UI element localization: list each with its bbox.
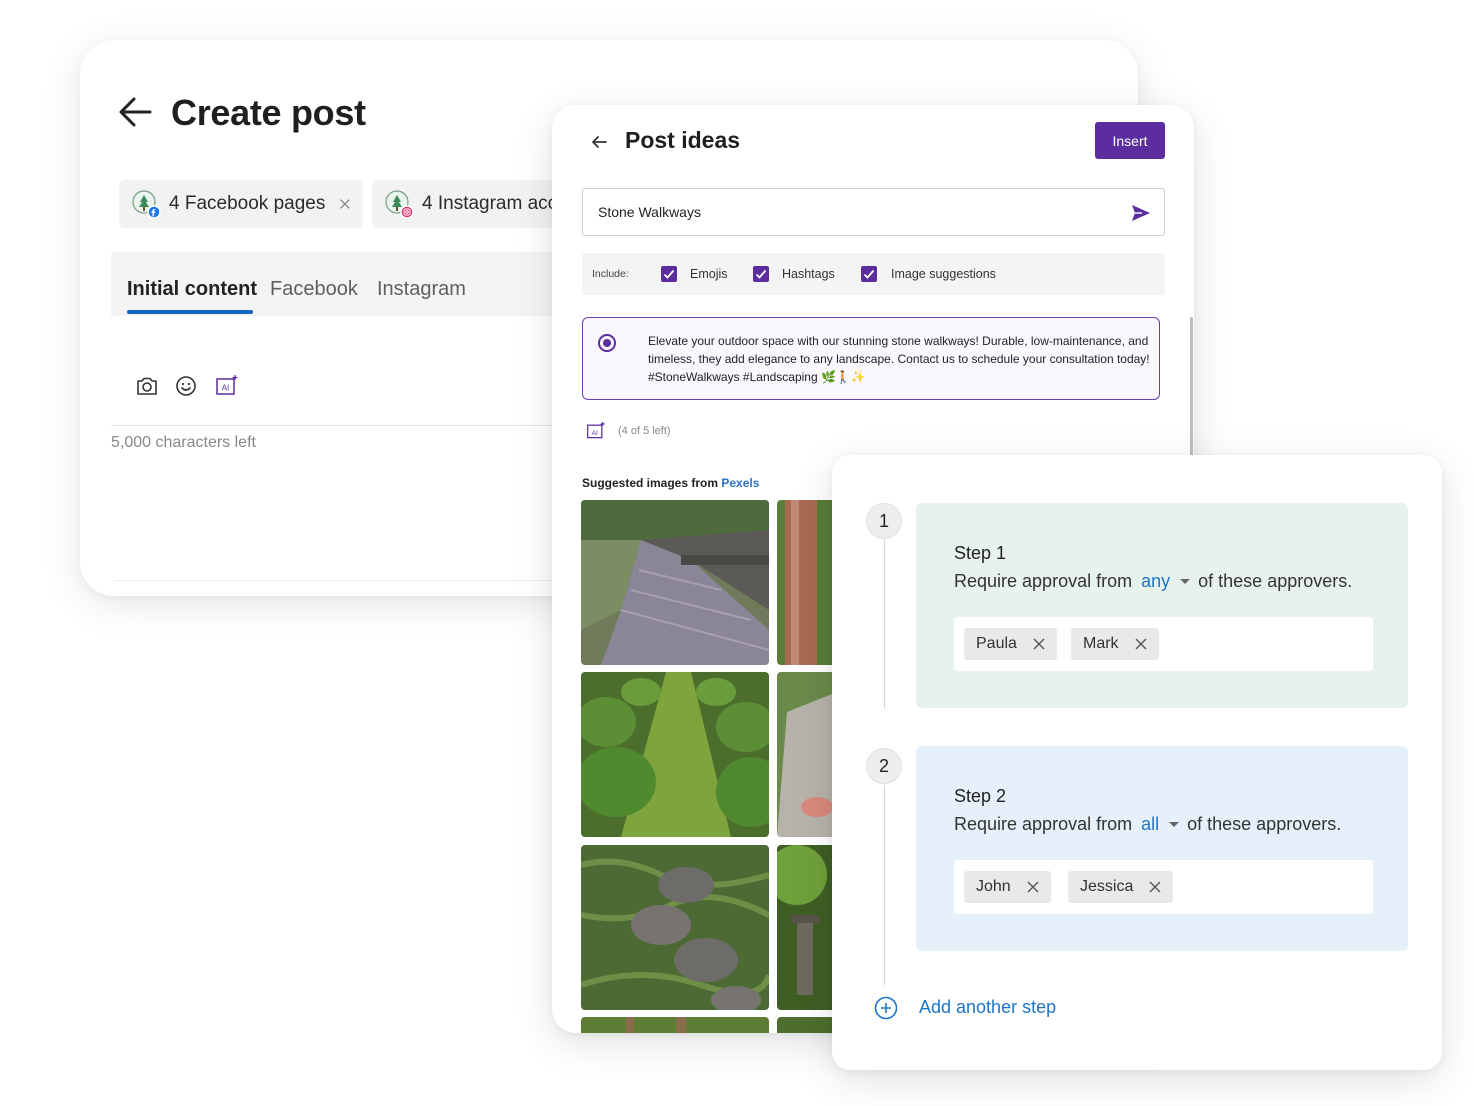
panel-title: Post ideas [625, 127, 741, 153]
svg-text:AI: AI [592, 430, 598, 437]
suggested-images-prefix: Suggested images from [582, 476, 722, 490]
remove-icon[interactable] [1027, 881, 1039, 893]
approver-chip: Jessica [1068, 871, 1174, 903]
remaining-count: (4 of 5 left) [618, 425, 671, 437]
approvers-field[interactable]: Paula Mark [954, 617, 1373, 671]
approver-chip: Paula [964, 628, 1057, 660]
suggestion-radio[interactable] [598, 334, 616, 352]
topic-value: Stone Walkways [598, 204, 701, 220]
remove-icon[interactable] [1033, 638, 1045, 650]
step-number: 2 [866, 748, 902, 784]
stone-walkway-image[interactable] [581, 500, 769, 665]
check-icon [663, 269, 675, 279]
timeline-line [884, 539, 885, 709]
approvers-field[interactable]: John Jessica [954, 860, 1373, 914]
hashtags-checkbox[interactable] [753, 266, 769, 282]
approver-name: Jessica [1080, 878, 1134, 895]
divider [114, 580, 574, 581]
approval-step-2: Step 2 Require approval from all of these… [916, 746, 1408, 951]
grass-path-image[interactable] [581, 672, 769, 837]
rule-prefix: Require approval from [954, 814, 1133, 834]
remove-icon[interactable] [339, 196, 351, 212]
suggestion-text: Elevate your outdoor space with our stun… [648, 334, 1150, 384]
approver-name: Mark [1083, 635, 1119, 652]
tab-instagram[interactable]: Instagram [377, 278, 466, 301]
emoji-icon[interactable] [174, 374, 198, 398]
rule-suffix: of these approvers. [1187, 814, 1342, 834]
dropdown-arrow-icon[interactable] [1169, 822, 1180, 827]
stepping-stones-image[interactable] [581, 845, 769, 1010]
camera-icon[interactable] [135, 374, 159, 398]
facebook-pages-chip[interactable]: 4 Facebook pages [119, 180, 363, 228]
approver-chip: John [964, 871, 1051, 903]
approver-name: John [976, 878, 1011, 895]
topic-input[interactable]: Stone Walkways [582, 188, 1165, 236]
content-tabs: Initial content Facebook Instagram [111, 252, 571, 316]
ai-regenerate-icon[interactable]: AI [586, 421, 606, 441]
approver-chip: Mark [1071, 628, 1159, 660]
instagram-account-icon [385, 190, 414, 219]
suggested-images-title: Suggested images from Pexels [582, 476, 759, 490]
emojis-checkbox[interactable] [661, 266, 677, 282]
garden-image[interactable] [777, 1017, 837, 1033]
step-rule: Require approval from any of these approv… [954, 571, 1352, 592]
stone-column-image[interactable] [777, 500, 837, 665]
dropdown-arrow-icon[interactable] [1180, 579, 1191, 584]
step-rule: Require approval from all of these approv… [954, 814, 1341, 835]
tab-facebook[interactable]: Facebook [270, 278, 358, 301]
rule-suffix: of these approvers. [1198, 571, 1353, 591]
add-circle-icon[interactable] [874, 996, 898, 1020]
back-arrow-icon[interactable] [118, 96, 152, 128]
send-icon[interactable] [1130, 202, 1152, 224]
facebook-account-icon [132, 190, 161, 219]
remove-icon[interactable] [1135, 638, 1147, 650]
timeline-line [884, 785, 885, 985]
facebook-pages-label: 4 Facebook pages [169, 193, 326, 214]
quantifier-dropdown[interactable]: any [1141, 571, 1170, 591]
ai-assist-icon[interactable]: AI [215, 374, 239, 398]
active-tab-indicator [127, 310, 253, 314]
suggestion-option[interactable]: Elevate your outdoor space with our stun… [582, 317, 1160, 400]
rule-prefix: Require approval from [954, 571, 1133, 591]
pexels-link[interactable]: Pexels [721, 476, 759, 490]
approver-name: Paula [976, 635, 1017, 652]
add-another-step-button[interactable]: Add another step [919, 997, 1056, 1018]
tab-initial-content[interactable]: Initial content [127, 278, 257, 301]
svg-text:AI: AI [222, 384, 230, 393]
gravel-path-image[interactable] [777, 672, 837, 837]
emojis-label: Emojis [690, 267, 728, 281]
quantifier-dropdown[interactable]: all [1141, 814, 1159, 834]
garden-image[interactable] [581, 1017, 769, 1033]
post-editor[interactable]: AI [111, 316, 571, 426]
garden-lantern-image[interactable] [777, 845, 837, 1010]
approval-steps-panel: 1 Step 1 Require approval from any of the… [832, 455, 1442, 1070]
instagram-accounts-label: 4 Instagram acc [422, 193, 558, 214]
image-suggestions-label: Image suggestions [891, 267, 996, 281]
scrollbar[interactable] [1190, 317, 1193, 457]
check-icon [755, 269, 767, 279]
step-title: Step 2 [954, 786, 1007, 806]
page-title: Create post [171, 92, 366, 133]
step-title: Step 1 [954, 543, 1007, 563]
characters-left: 5,000 characters left [111, 434, 256, 451]
back-arrow-icon[interactable] [590, 134, 608, 150]
step-number: 1 [866, 503, 902, 539]
instagram-accounts-chip[interactable]: 4 Instagram acc [372, 180, 562, 228]
hashtags-label: Hashtags [782, 267, 835, 281]
include-label: Include: [592, 268, 629, 280]
insert-button[interactable]: Insert [1095, 122, 1165, 159]
include-options: Include: Emojis Hashtags Image suggestio… [582, 253, 1165, 295]
check-icon [863, 269, 875, 279]
image-suggestions-checkbox[interactable] [861, 266, 877, 282]
approval-step-1: Step 1 Require approval from any of these… [916, 503, 1408, 708]
remove-icon[interactable] [1149, 881, 1161, 893]
